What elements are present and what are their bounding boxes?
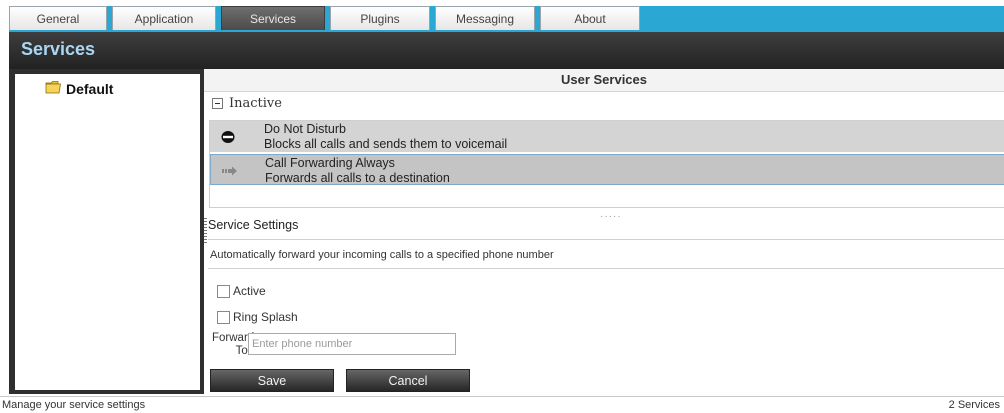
main-content: User Services Inactive Do Not Disturb Bl…: [204, 69, 1004, 394]
splitter-grip[interactable]: ·····: [600, 211, 622, 222]
service-name: Call Forwarding Always: [265, 156, 395, 170]
user-services-header: User Services: [204, 69, 1004, 92]
group-label: Inactive: [229, 96, 282, 111]
tree-panel: Default: [15, 74, 200, 390]
tree-item-label: Default: [66, 80, 114, 97]
tab-application[interactable]: Application: [112, 6, 216, 30]
cancel-button[interactable]: Cancel: [346, 369, 470, 392]
forward-to-input[interactable]: [248, 333, 456, 355]
resize-handle[interactable]: [204, 218, 207, 243]
page-title: Services: [21, 39, 96, 59]
collapse-icon[interactable]: [212, 98, 223, 109]
tab-about[interactable]: About: [540, 6, 640, 30]
tab-general[interactable]: General: [9, 6, 107, 30]
service-name: Do Not Disturb: [264, 122, 346, 136]
ring-splash-checkbox[interactable]: [217, 310, 230, 324]
forward-arrow-icon: [221, 164, 237, 178]
tab-plugins[interactable]: Plugins: [330, 6, 430, 30]
settings-description: Automatically forward your incoming call…: [210, 249, 554, 261]
service-settings-label: Service Settings: [208, 218, 299, 232]
do-not-disturb-icon: [220, 130, 236, 144]
status-text: Manage your service settings: [2, 399, 146, 411]
folder-icon: [45, 80, 62, 97]
inactive-group-header[interactable]: Inactive: [212, 96, 282, 111]
tab-services[interactable]: Services: [221, 6, 325, 30]
active-checkbox[interactable]: [217, 284, 230, 298]
status-bar: Manage your service settings 2 Services: [0, 396, 1004, 413]
service-description: Forwards all calls to a destination: [265, 171, 450, 185]
tab-messaging[interactable]: Messaging: [435, 6, 535, 30]
title-bar: Services: [9, 32, 1004, 69]
divider: [208, 268, 1004, 269]
ring-splash-option[interactable]: Ring Splash: [217, 310, 298, 324]
save-button[interactable]: Save: [210, 369, 334, 392]
tree-item-default[interactable]: Default: [45, 80, 113, 97]
active-option[interactable]: Active: [217, 284, 266, 298]
service-count: 2 Services: [948, 399, 1000, 411]
services-list: Do Not Disturb Blocks all calls and send…: [209, 120, 1004, 208]
active-label: Active: [233, 284, 266, 298]
service-description: Blocks all calls and sends them to voice…: [264, 137, 508, 151]
left-panel: Default: [9, 69, 204, 394]
tab-bar: General Application Services Plugins Mes…: [0, 0, 1004, 32]
service-row-call-forwarding-always[interactable]: Call Forwarding Always Forwards all call…: [210, 154, 1004, 185]
divider: [208, 239, 1004, 240]
service-row-do-not-disturb[interactable]: Do Not Disturb Blocks all calls and send…: [210, 121, 1004, 152]
ring-splash-label: Ring Splash: [233, 310, 298, 324]
